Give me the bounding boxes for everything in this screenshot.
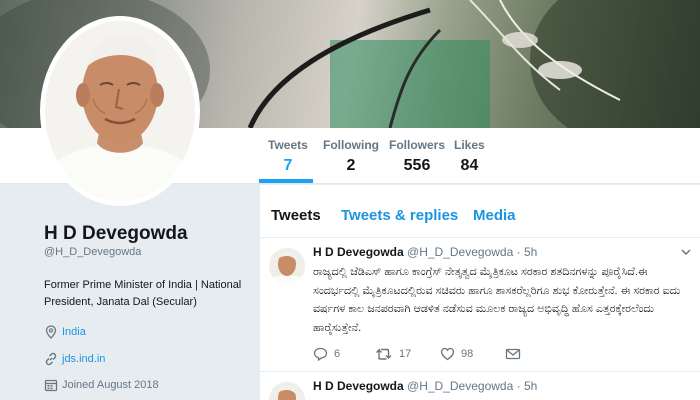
calendar-icon [44, 379, 58, 392]
tweet-avatar-image [269, 248, 305, 284]
tweet-text: ರಾಜ್ಯದಲ್ಲಿ ಜೆಡಿಎಸ್ ಹಾಗೂ ಕಾಂಗ್ರೆಸ್ ನೇತೃತ್… [313, 266, 681, 334]
stat-following[interactable]: Following 2 [323, 138, 379, 175]
tab-tweets[interactable]: Tweets [271, 207, 321, 224]
tweet-author-handle[interactable]: @H_D_Devegowda [407, 379, 513, 393]
profile-sidebar: H D Devegowda @H_D_Devegowda Former Prim… [0, 185, 256, 400]
tweet-author-handle[interactable]: @H_D_Devegowda [407, 245, 513, 259]
like-count: 98 [461, 348, 474, 360]
profile-name[interactable]: H D Devegowda [44, 223, 188, 245]
stat-value: 2 [346, 157, 356, 174]
tweet-header: H D Devegowda @H_D_Devegowda · 5h [313, 245, 537, 259]
stat-label: Followers [389, 138, 446, 152]
retweet-count: 17 [399, 348, 412, 360]
profile-avatar[interactable] [40, 16, 200, 206]
link-icon [45, 352, 57, 366]
stat-label: Following [323, 138, 379, 152]
stat-value: 556 [403, 157, 431, 174]
envelope-icon [505, 348, 521, 360]
tweet[interactable]: H D Devegowda @H_D_Devegowda · 5h [260, 373, 700, 400]
tweet-actions: 6 17 98 [313, 347, 613, 365]
retweet-icon [376, 348, 392, 360]
location-link[interactable]: India [62, 326, 86, 338]
profile-joined: Joined August 2018 [44, 378, 159, 392]
tweet-author-name[interactable]: H D Devegowda [313, 245, 404, 259]
active-stat-indicator [259, 179, 313, 183]
tweet-author-name[interactable]: H D Devegowda [313, 379, 404, 393]
stat-followers[interactable]: Followers 556 [389, 138, 445, 175]
tweet-avatar-image [269, 382, 305, 400]
location-pin-icon [45, 325, 57, 339]
heart-icon [440, 347, 455, 361]
stat-value: 84 [460, 157, 479, 174]
stat-value: 7 [283, 157, 293, 174]
retweet-button[interactable]: 17 [375, 347, 411, 361]
tweet-avatar[interactable] [269, 382, 305, 400]
avatar-image [45, 21, 195, 201]
profile-location: India [44, 325, 86, 339]
tweet-avatar[interactable] [269, 248, 305, 284]
reply-button[interactable]: 6 [313, 347, 340, 361]
timeline-tabs: Tweets Tweets & replies Media [260, 185, 700, 238]
tab-media[interactable]: Media [473, 207, 516, 224]
tweet-timestamp[interactable]: · 5h [517, 379, 538, 393]
like-button[interactable]: 98 [440, 347, 473, 361]
tweet-header: H D Devegowda @H_D_Devegowda · 5h [313, 379, 537, 393]
reply-count: 6 [334, 348, 341, 360]
joined-date: Joined August 2018 [62, 379, 159, 391]
tab-tweets-replies[interactable]: Tweets & replies [341, 207, 458, 224]
profile-bio: Former Prime Minister of India | Nationa… [44, 279, 242, 308]
tweet[interactable]: H D Devegowda @H_D_Devegowda · 5h ರಾಜ್ಯದ… [260, 239, 700, 372]
tweet-timestamp[interactable]: · 5h [517, 245, 538, 259]
profile-website: jds.ind.in [44, 352, 105, 366]
stat-likes[interactable]: Likes 84 [454, 138, 485, 175]
stat-label: Tweets [268, 138, 308, 152]
reply-icon [313, 347, 328, 361]
stat-tweets[interactable]: Tweets 7 [268, 138, 308, 175]
website-link[interactable]: jds.ind.in [62, 353, 105, 365]
stat-label: Likes [454, 138, 485, 152]
timeline: Tweets Tweets & replies Media H D Devego… [260, 185, 700, 400]
profile-handle[interactable]: @H_D_Devegowda [44, 246, 141, 258]
chevron-down-icon[interactable] [680, 247, 692, 257]
direct-message-button[interactable] [505, 347, 521, 361]
